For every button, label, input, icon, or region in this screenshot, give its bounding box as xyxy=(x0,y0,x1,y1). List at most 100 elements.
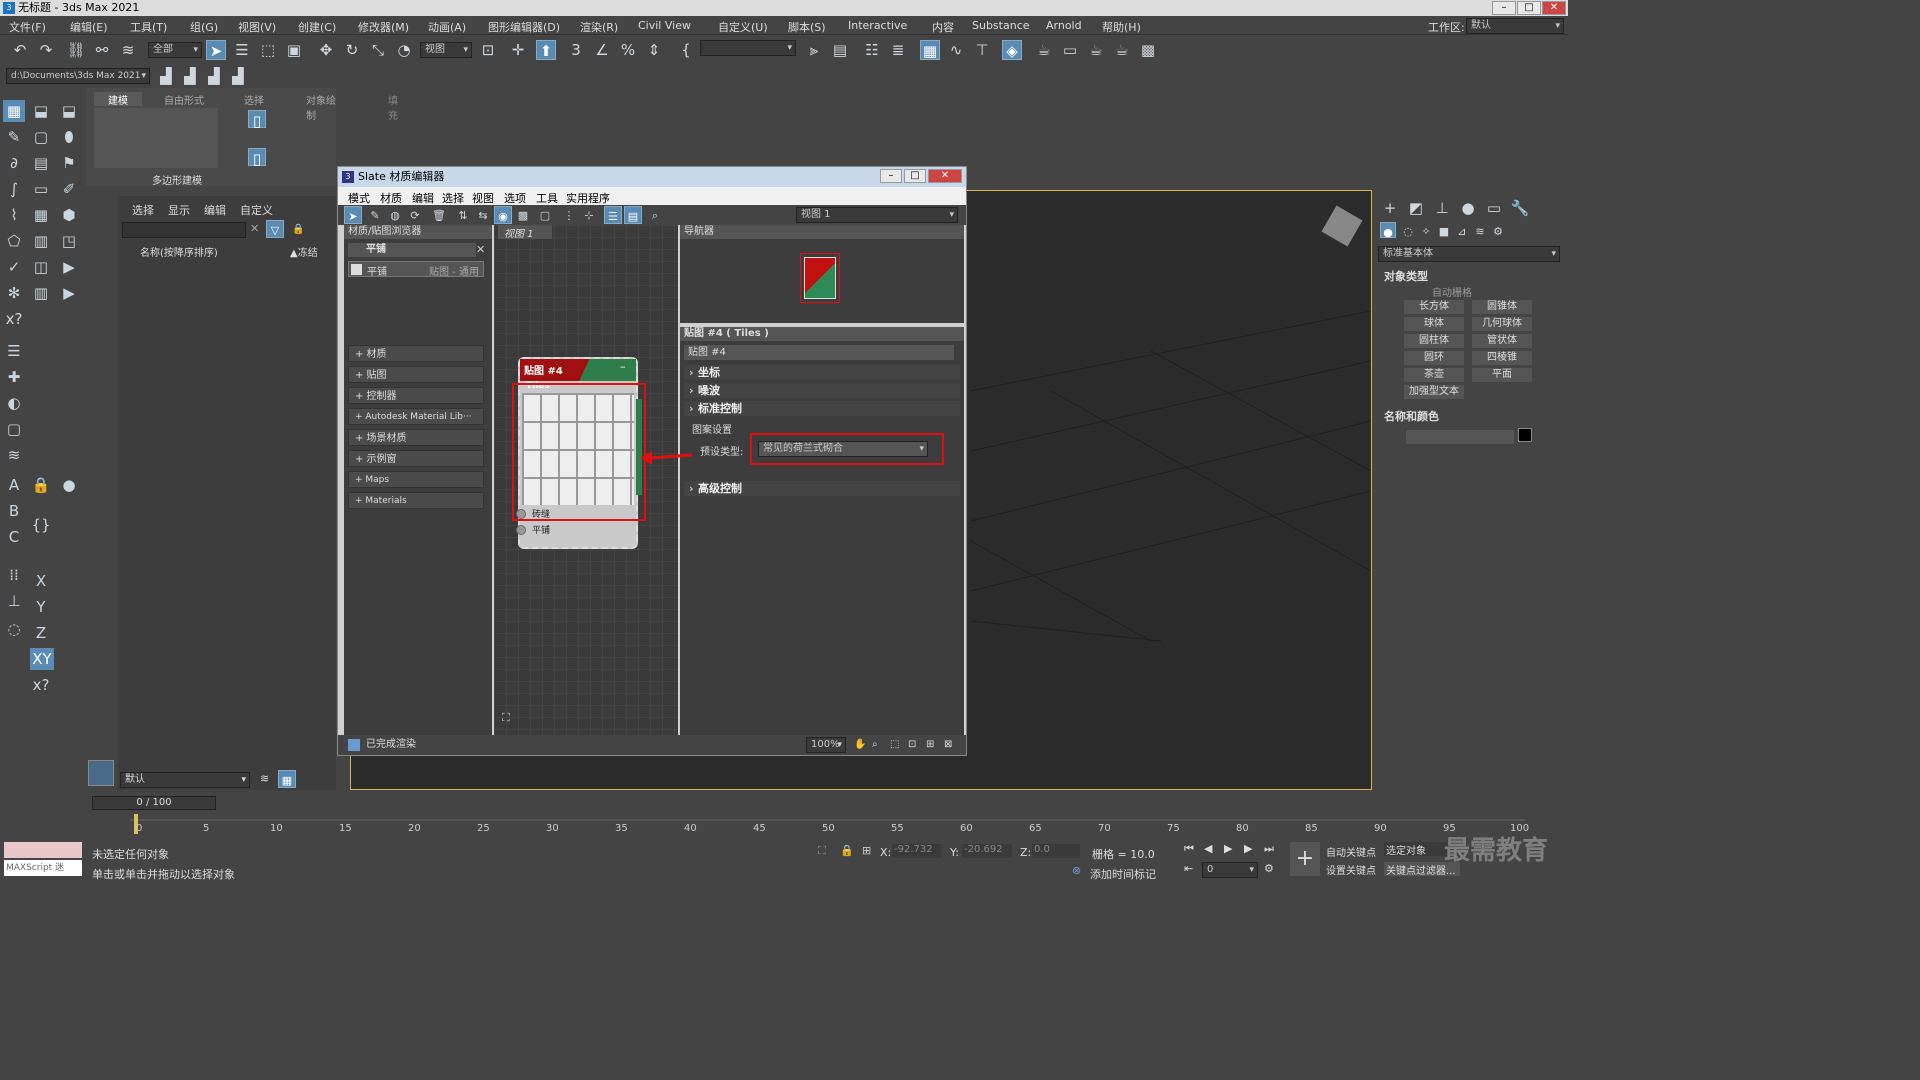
scene-tab-edit[interactable]: 编辑 xyxy=(204,202,226,218)
cameras-icon[interactable]: ■ xyxy=(1436,222,1452,238)
sphere-button[interactable]: 球体 xyxy=(1404,317,1464,331)
slate-close-button[interactable]: ✕ xyxy=(928,169,962,183)
add-time-tag[interactable]: 添加时间标记 xyxy=(1090,866,1156,882)
y-coord-field[interactable]: -20.692 xyxy=(962,844,1012,858)
pivot-center-icon[interactable]: ⊡ xyxy=(478,40,498,60)
selection-filter-dropdown[interactable]: 全部 xyxy=(148,42,202,58)
slate-select-icon[interactable]: ➤ xyxy=(344,206,362,224)
menu-tools[interactable]: 工具(T) xyxy=(130,19,167,35)
node-view-pan-icon[interactable]: ⛶ xyxy=(502,711,510,725)
menu-modifiers[interactable]: 修改器(M) xyxy=(358,19,409,35)
snap-toggle-icon[interactable]: 3 xyxy=(566,40,586,60)
render-setup-icon[interactable]: ☕ xyxy=(1034,40,1054,60)
hierarchy-panel-icon[interactable]: ⊥ xyxy=(1432,198,1452,218)
close-button[interactable]: ✕ xyxy=(1542,1,1566,15)
scene-explorer-icon[interactable]: ☷ xyxy=(862,40,882,60)
sphere-icon[interactable]: ● xyxy=(58,474,80,496)
teapot-button[interactable]: 茶壶 xyxy=(1404,368,1464,382)
node-header[interactable]: 贴图 #4 – xyxy=(520,359,636,381)
move-icon[interactable]: ✥ xyxy=(316,40,336,60)
project-path-dropdown[interactable]: d:\Documents\3ds Max 2021 xyxy=(6,68,150,84)
menu-content[interactable]: 内容 xyxy=(932,19,954,35)
browser-section-scene-materials[interactable]: + 场景材质 xyxy=(348,429,484,446)
curve-editor-icon[interactable]: ∿ xyxy=(946,40,966,60)
filter-icon[interactable]: ▽ xyxy=(266,220,284,238)
select-object-icon[interactable]: ➤ xyxy=(206,40,226,60)
slate-layout-icon[interactable]: ▢ xyxy=(536,206,554,224)
clear-search-icon[interactable]: ✕ xyxy=(250,222,259,235)
slate-hide-icon[interactable]: ⇆ xyxy=(474,206,492,224)
set-key-big-icon[interactable]: + xyxy=(1290,842,1320,876)
torus-button[interactable]: 圆环 xyxy=(1404,351,1464,365)
menu-interactive[interactable]: Interactive xyxy=(848,19,907,32)
goto-end-icon[interactable]: ⏭ xyxy=(1264,842,1274,856)
redo-icon[interactable]: ↷ xyxy=(36,40,56,60)
absolute-mode-icon[interactable]: ⊞ xyxy=(862,844,871,857)
paint-icon[interactable]: ⬮ xyxy=(58,126,80,148)
axis-xsnap-icon[interactable]: x? xyxy=(30,674,52,696)
schematic-view-icon[interactable]: ⊤ xyxy=(972,40,992,60)
render-production-icon[interactable]: ☕ xyxy=(1086,40,1106,60)
window-crossing-icon[interactable]: ▣ xyxy=(284,40,304,60)
geosphere-button[interactable]: 几何球体 xyxy=(1472,317,1532,331)
tube-button[interactable]: 管状体 xyxy=(1472,334,1532,348)
save-project-icon[interactable]: ▟ xyxy=(204,66,224,86)
bracket-icon[interactable]: {} xyxy=(30,514,52,536)
freeform-icon[interactable]: ✓ xyxy=(3,256,25,278)
dotcircle-icon[interactable]: ◌ xyxy=(3,618,25,640)
ribbon-tab-object-paint[interactable]: 对象绘制 xyxy=(306,92,336,122)
menu-edit[interactable]: 编辑(E) xyxy=(70,19,108,35)
selection-lock-icon[interactable]: 🔒 xyxy=(840,844,854,857)
rect-selection-icon[interactable]: ⬚ xyxy=(258,40,278,60)
time-tag-icon[interactable]: ⊗ xyxy=(1072,864,1081,877)
box-button[interactable]: 长方体 xyxy=(1404,300,1464,314)
spinner-snap-icon[interactable]: ⇕ xyxy=(644,40,664,60)
browser-section-materials-en[interactable]: + Materials xyxy=(348,492,484,509)
zoom-extents-icon[interactable]: ⊡ xyxy=(908,735,916,755)
menu-arnold[interactable]: Arnold xyxy=(1046,19,1082,32)
slate-menu-utilities[interactable]: 实用程序 xyxy=(566,190,610,206)
undo-icon[interactable]: ↶ xyxy=(10,40,30,60)
object-color-swatch[interactable] xyxy=(1518,428,1532,442)
modify-panel-icon[interactable]: ◩ xyxy=(1406,198,1426,218)
textplus-button[interactable]: 加强型文本 xyxy=(1404,385,1464,399)
slot-tiles-socket[interactable] xyxy=(516,525,526,535)
column-name-header[interactable]: 名称(按降序排序) xyxy=(140,244,218,259)
goto-start-icon[interactable]: ⏮ xyxy=(1184,842,1194,856)
menu-help[interactable]: 帮助(H) xyxy=(1102,19,1141,35)
prev-frame-icon[interactable]: ◀ xyxy=(1204,842,1212,855)
systems-icon[interactable]: ⚙ xyxy=(1490,222,1506,238)
slate-arrange-icon[interactable]: ⋮ xyxy=(560,206,578,224)
ribbon-tab-selection[interactable]: 选择 xyxy=(244,92,264,107)
time-config-icon[interactable]: ⚙ xyxy=(1264,862,1274,875)
next-frame-icon[interactable]: ▶ xyxy=(1244,842,1252,855)
node-collapse-icon[interactable]: – xyxy=(620,360,626,373)
menu-create[interactable]: 创建(C) xyxy=(298,19,336,35)
measure-icon[interactable]: ⌇ xyxy=(3,204,25,226)
zoom-region-icon[interactable]: ⬚ xyxy=(890,735,899,755)
menu-rendering[interactable]: 渲染(R) xyxy=(580,19,618,35)
spline-icon[interactable]: ∫ xyxy=(3,178,25,200)
ribbon-side-icon-2[interactable]: ▯ xyxy=(248,148,266,168)
shapes-icon[interactable]: ◌ xyxy=(1400,222,1416,238)
dotgrid-icon[interactable]: ⁞⁞ xyxy=(3,564,25,586)
open-project-icon[interactable]: ▟ xyxy=(180,66,200,86)
axis-y-icon[interactable]: Y xyxy=(30,596,52,618)
menu-view[interactable]: 视图(V) xyxy=(238,19,276,35)
slate-menu-options[interactable]: 选项 xyxy=(504,190,526,206)
angle-snap-icon[interactable]: ∠ xyxy=(592,40,612,60)
reference-coord-dropdown[interactable]: 视图 xyxy=(420,42,472,58)
pan-hand-icon[interactable]: ✋ xyxy=(854,735,866,755)
slate-params-toggle-icon[interactable]: ▤ xyxy=(624,206,642,224)
maximize-button[interactable]: □ xyxy=(1517,1,1541,15)
autogrid-checkbox[interactable]: 自动栅格 xyxy=(1432,284,1472,299)
auto-key-button[interactable]: 自动关键点 xyxy=(1326,844,1376,859)
layer-dropdown[interactable]: 默认 xyxy=(120,772,250,788)
select-tool-icon[interactable]: ▦ xyxy=(3,100,25,122)
layers-icon[interactable]: ≋ xyxy=(3,444,25,466)
menu-scripting[interactable]: 脚本(S) xyxy=(788,19,826,35)
layer-explorer-icon[interactable]: ≣ xyxy=(888,40,908,60)
rollout-noise[interactable]: 噪波 xyxy=(684,383,960,398)
browser-result-row[interactable]: 平铺 贴图 - 通用 xyxy=(348,261,484,278)
globe-icon[interactable]: ◐ xyxy=(3,392,25,414)
